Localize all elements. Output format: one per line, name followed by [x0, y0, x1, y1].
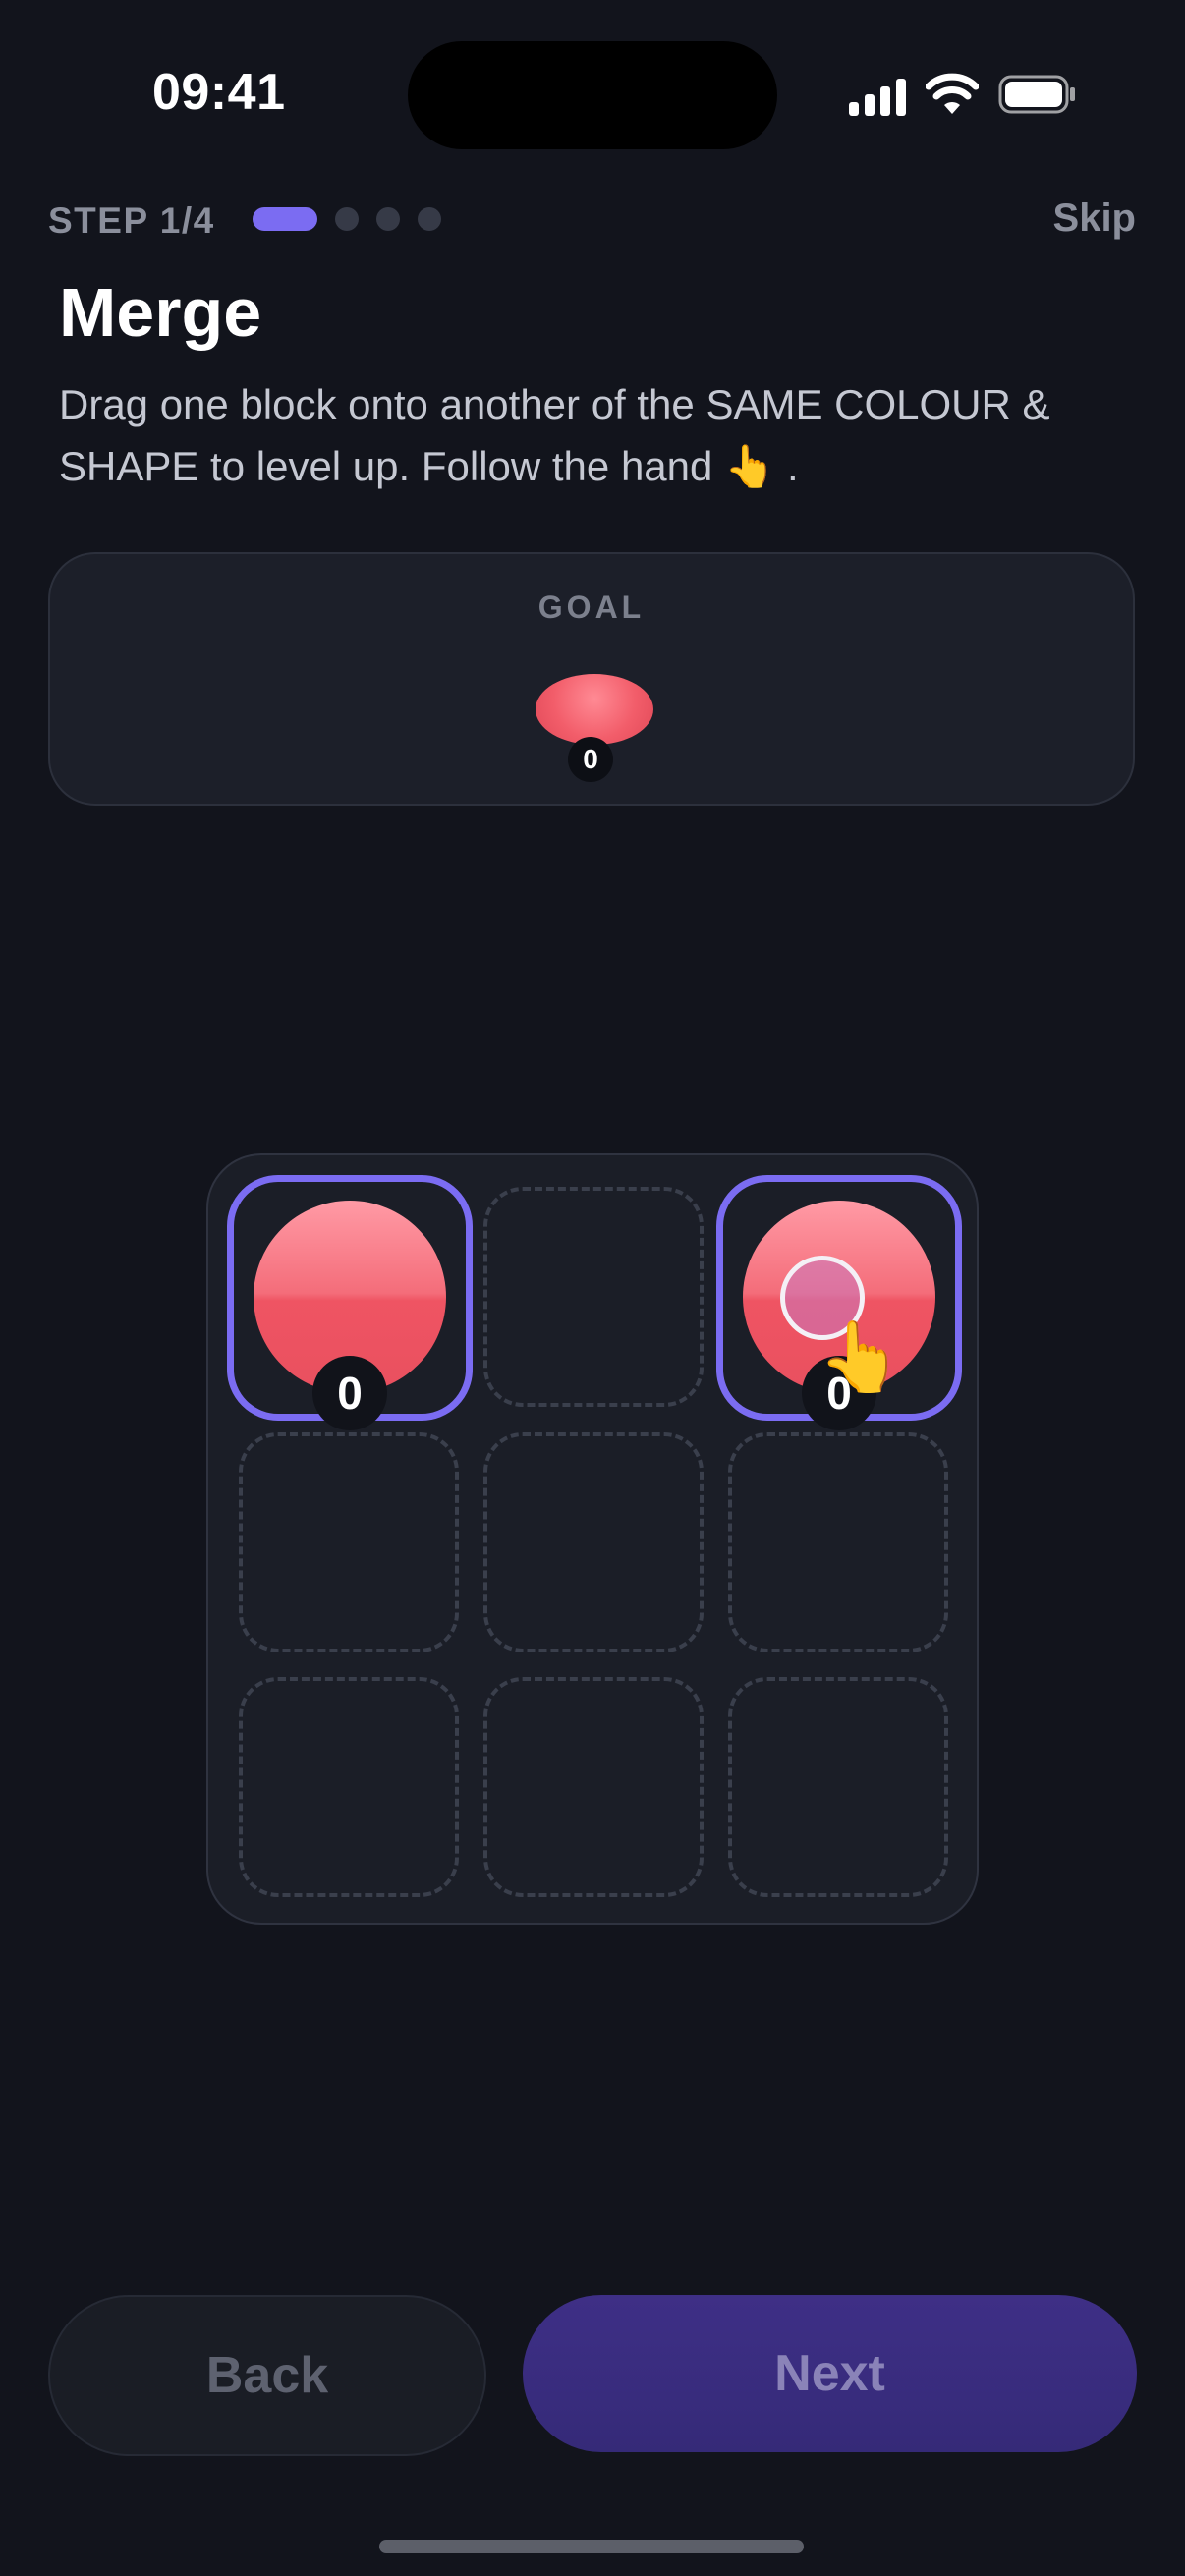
board-cell-empty[interactable]	[483, 1677, 704, 1897]
skip-button[interactable]: Skip	[1053, 196, 1136, 241]
board-cell-empty[interactable]	[728, 1677, 948, 1897]
dynamic-island	[408, 41, 777, 149]
goal-label: GOAL	[537, 589, 646, 625]
progress-dot	[376, 207, 400, 231]
instruction-text: Drag one block onto another of the SAME …	[59, 381, 1050, 489]
status-time: 09:41	[152, 64, 286, 121]
progress-dot-active	[253, 207, 317, 231]
board-cell-empty[interactable]	[483, 1187, 704, 1407]
back-button[interactable]: Back	[48, 2295, 486, 2456]
battery-icon	[998, 75, 1075, 114]
progress-dot	[335, 207, 359, 231]
page-title: Merge	[59, 274, 262, 351]
wifi-icon	[926, 73, 979, 114]
board-cell-empty[interactable]	[483, 1432, 704, 1652]
step-indicator: STEP 1/4	[48, 200, 215, 241]
home-indicator[interactable]	[379, 2540, 804, 2553]
progress-dot	[418, 207, 441, 231]
goal-block	[536, 674, 653, 745]
goal-level-badge: 0	[568, 737, 613, 782]
board-cell-empty[interactable]	[239, 1432, 459, 1652]
cellular-signal-icon	[849, 77, 906, 116]
board-cell-empty[interactable]	[728, 1432, 948, 1652]
block-level-badge: 0	[312, 1356, 387, 1430]
hand-pointer-icon: 👆	[818, 1318, 904, 1395]
next-button[interactable]: Next	[523, 2295, 1137, 2452]
board-cell-empty[interactable]	[239, 1677, 459, 1897]
